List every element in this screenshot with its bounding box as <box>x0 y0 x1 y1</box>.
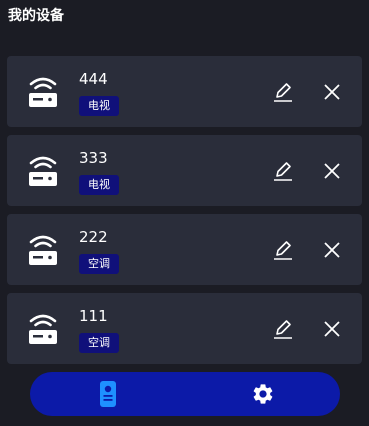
edit-button[interactable] <box>270 317 296 341</box>
device-type-badge: 电视 <box>79 96 119 116</box>
nav-settings-button[interactable] <box>185 372 340 416</box>
edit-button[interactable] <box>270 159 296 183</box>
device-name: 333 <box>79 149 108 167</box>
device-name: 111 <box>79 307 108 325</box>
bottom-nav-bar <box>30 372 340 416</box>
device-type-badge: 空调 <box>79 254 119 274</box>
device-name: 222 <box>79 228 108 246</box>
router-icon <box>29 235 57 265</box>
page-title: 我的设备 <box>8 8 64 24</box>
edit-button[interactable] <box>270 238 296 262</box>
device-card[interactable]: 444 电视 <box>7 56 362 127</box>
device-card[interactable]: 222 空调 <box>7 214 362 285</box>
device-card[interactable]: 333 电视 <box>7 135 362 206</box>
app-screen: 我的设备 444 电视 333 电视 222 空调 111 空调 <box>0 0 369 426</box>
router-icon <box>29 77 57 107</box>
device-card[interactable]: 111 空调 <box>7 293 362 364</box>
gear-icon <box>253 384 272 404</box>
delete-button[interactable] <box>321 239 343 261</box>
delete-button[interactable] <box>321 81 343 103</box>
delete-button[interactable] <box>321 160 343 182</box>
device-name: 444 <box>79 70 108 88</box>
device-remote-icon <box>99 381 116 407</box>
edit-button[interactable] <box>270 80 296 104</box>
delete-button[interactable] <box>321 318 343 340</box>
device-type-badge: 电视 <box>79 175 119 195</box>
device-type-badge: 空调 <box>79 333 119 353</box>
router-icon <box>29 156 57 186</box>
router-icon <box>29 314 57 344</box>
nav-devices-button[interactable] <box>30 372 185 416</box>
device-list: 444 电视 333 电视 222 空调 111 空调 <box>7 56 362 372</box>
